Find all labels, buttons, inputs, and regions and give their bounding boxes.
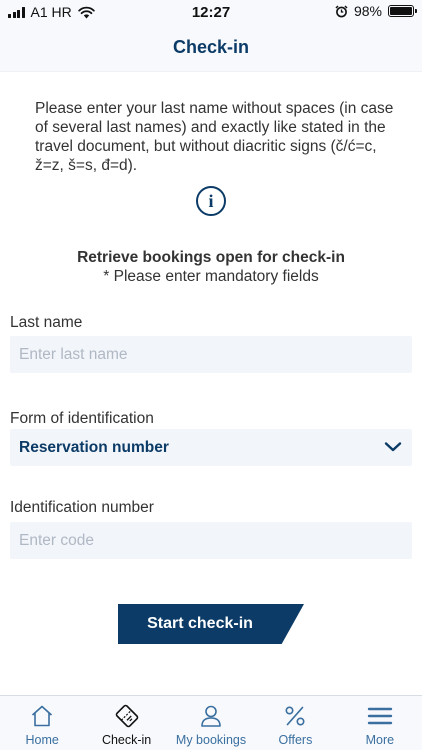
person-icon [201, 705, 221, 727]
identification-form-select[interactable]: Reservation number [10, 429, 412, 466]
percent-icon [285, 706, 305, 726]
tab-more-label: More [365, 733, 395, 747]
start-check-in-label: Start check-in [147, 615, 253, 632]
tab-check-in-label: Check-in [101, 733, 152, 747]
page-title: Check-in [172, 37, 250, 57]
home-icon [32, 705, 53, 727]
identification-number-input[interactable] [19, 531, 412, 550]
tab-my-bookings[interactable]: My bookings [169, 696, 253, 750]
identification-number-field[interactable] [10, 522, 412, 559]
tab-more[interactable]: More [338, 696, 422, 750]
intro-text: Please enter your last name without spac… [35, 100, 394, 174]
battery-percent: 98% [353, 3, 382, 19]
tab-my-bookings-label: My bookings [175, 733, 247, 747]
tab-home-label: Home [25, 733, 59, 747]
tab-offers[interactable]: Offers [253, 696, 337, 750]
last-name-label: Last name [10, 314, 83, 331]
nav-header: Check-in [0, 24, 422, 72]
mandatory-note: * Please enter mandatory fields [103, 268, 319, 285]
alarm-icon [335, 4, 348, 17]
chevron-down-icon [384, 442, 402, 452]
identification-form-label: Form of identification [10, 410, 154, 427]
tab-home[interactable]: Home [0, 696, 84, 750]
identification-form-value: Reservation number [19, 438, 169, 456]
tab-bar: Home Check-in My bookings Offers More [0, 695, 422, 750]
identification-number-label: Identification number [10, 499, 154, 516]
retrieve-title: Retrieve bookings open for check-in [77, 249, 345, 266]
battery-icon [388, 5, 417, 17]
last-name-field[interactable] [10, 336, 412, 373]
last-name-input[interactable] [19, 345, 412, 364]
status-right: 98% [335, 3, 417, 19]
boarding-pass-icon [115, 704, 138, 728]
tab-check-in[interactable]: Check-in [84, 696, 168, 750]
menu-icon [367, 707, 393, 725]
start-check-in-button[interactable]: Start check-in [118, 604, 304, 644]
status-bar: A1 HR 12:27 98% [0, 0, 422, 24]
tab-offers-label: Offers [278, 733, 313, 747]
info-icon[interactable]: i [196, 186, 226, 216]
